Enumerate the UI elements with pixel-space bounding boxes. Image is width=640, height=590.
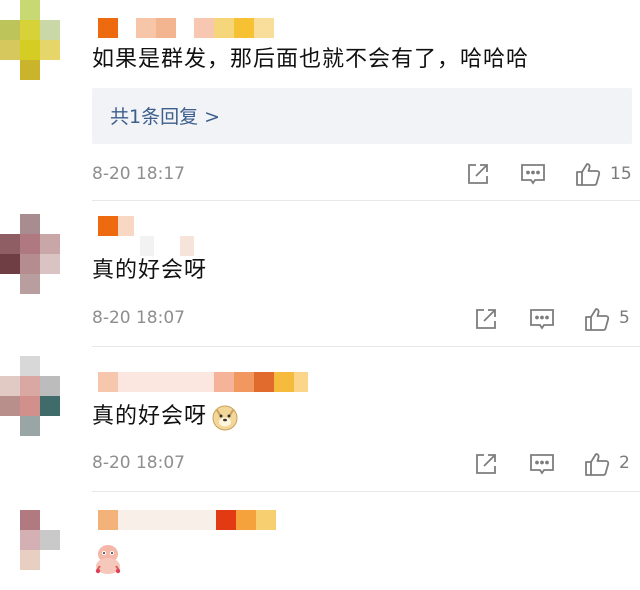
divider bbox=[92, 491, 640, 492]
thumbs-up-icon bbox=[585, 308, 610, 331]
like-button[interactable] bbox=[583, 450, 611, 478]
username-blurred[interactable] bbox=[98, 216, 134, 236]
timestamp: 8-20 18:07 bbox=[92, 453, 185, 473]
avatar[interactable] bbox=[0, 510, 60, 590]
like-count: 2 bbox=[619, 453, 630, 473]
like-count: 15 bbox=[610, 164, 632, 184]
share-button[interactable] bbox=[472, 450, 500, 478]
divider bbox=[92, 346, 640, 347]
comment-icon bbox=[530, 454, 554, 475]
like-button[interactable] bbox=[574, 160, 602, 188]
sticker-icon bbox=[95, 545, 121, 574]
username-blurred[interactable] bbox=[98, 510, 276, 530]
doge-emoji-icon bbox=[212, 405, 238, 431]
comment-text: 如果是群发，那后面也就不会有了，哈哈哈 bbox=[92, 47, 530, 72]
comment-icon bbox=[530, 309, 554, 330]
share-button[interactable] bbox=[464, 160, 492, 188]
username-blurred[interactable] bbox=[98, 18, 274, 38]
username-blurred[interactable] bbox=[98, 372, 308, 392]
share-button[interactable] bbox=[472, 305, 500, 333]
comment-text-value: 真的好会呀 bbox=[92, 404, 208, 429]
avatar[interactable] bbox=[0, 356, 60, 436]
view-replies-link[interactable]: 共1条回复 > bbox=[110, 102, 220, 129]
comment-item: 如果是群发，那后面也就不会有了，哈哈哈 共1条回复 > 8-20 18:17 1… bbox=[0, 0, 640, 201]
share-icon bbox=[468, 164, 488, 184]
comment-button[interactable] bbox=[528, 305, 556, 333]
share-icon bbox=[476, 309, 496, 329]
comment-button[interactable] bbox=[519, 160, 547, 188]
avatar[interactable] bbox=[0, 0, 60, 80]
divider bbox=[92, 200, 640, 201]
avatar[interactable] bbox=[0, 214, 60, 294]
like-count: 5 bbox=[619, 308, 630, 328]
thumbs-up-icon bbox=[585, 453, 610, 476]
comment-icon bbox=[521, 164, 545, 185]
timestamp: 8-20 18:07 bbox=[92, 308, 185, 328]
comment-text: 真的好会呀 bbox=[92, 402, 239, 432]
share-icon bbox=[476, 454, 496, 474]
like-button[interactable] bbox=[583, 305, 611, 333]
comment-button[interactable] bbox=[528, 450, 556, 478]
timestamp: 8-20 18:17 bbox=[92, 164, 185, 184]
reply-box[interactable]: 共1条回复 > bbox=[92, 88, 632, 144]
thumbs-up-icon bbox=[576, 163, 601, 186]
comment-text: 真的好会呀 bbox=[92, 258, 208, 283]
username-blurred bbox=[140, 236, 194, 256]
